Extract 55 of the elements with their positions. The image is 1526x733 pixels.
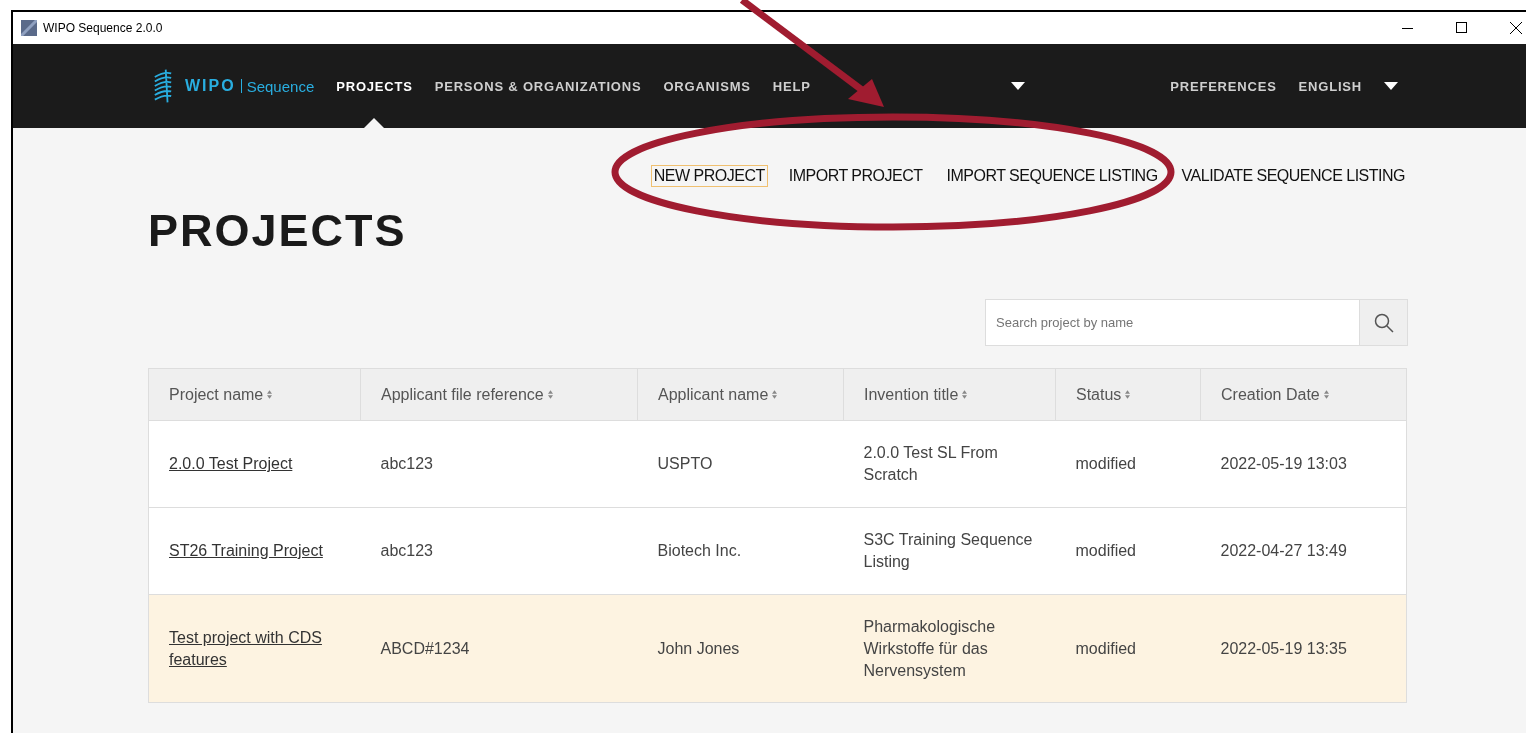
dropdown-caret-icon[interactable] [1384,82,1398,90]
window-title: WIPO Sequence 2.0.0 [43,21,163,35]
column-header[interactable]: Status [1055,368,1201,421]
logo-product[interactable]: Sequence [246,77,315,95]
page-heading: PROJECTS [148,204,408,258]
table-cell: abc123 [380,542,433,559]
table-cell: 2022-05-19 13:03 [1220,455,1347,472]
column-header[interactable]: Invention title [843,368,1056,421]
table-cell: 2.0.0 Test SL From Scratch [863,444,998,483]
table-cell: modified [1075,639,1136,657]
table-row[interactable]: ST26 Training Project abc123 Biotech Inc. S3C Training Sequence Listing modified 2022-04-27 13:49 [148,507,1407,595]
nav-link[interactable]: ENGLISH [1298,44,1362,128]
nav-tab[interactable]: ORGANISMS [663,44,751,128]
table-cell: Pharmakologische Wirkstoffe für das Nervensystem [863,617,996,679]
sort-icon [547,390,553,399]
close-icon[interactable] [1510,22,1522,34]
table-cell: Biotech Inc. [657,542,742,559]
search-button[interactable] [1360,299,1408,346]
column-header[interactable]: Project name [148,368,361,421]
table-cell: USPTO [657,455,713,472]
maximize-icon[interactable] [1456,22,1468,34]
table-cell: modified [1075,455,1136,472]
table-row[interactable]: 2.0.0 Test Project abc123 USPTO 2.0.0 Test SL From Scratch modified 2022-05-19 13:03 [148,420,1407,508]
action-link[interactable]: VALIDATE SEQUENCE LISTING [1178,165,1408,187]
search-field[interactable]: Search project by name [985,299,1360,346]
action-link[interactable]: IMPORT PROJECT [785,165,926,187]
nav-tab[interactable]: PERSONS & ORGANIZATIONS [434,44,642,128]
nav-link[interactable]: PREFERENCES [1170,44,1277,128]
action-link[interactable]: IMPORT SEQUENCE LISTING [943,165,1161,187]
column-header[interactable]: Creation Date [1200,368,1407,421]
search-icon [1373,312,1394,333]
table-cell: ABCD#1234 [380,639,470,657]
action-link[interactable]: NEW PROJECT [650,165,768,187]
column-header[interactable]: Applicant name [637,368,844,421]
logo-brand[interactable]: WIPO [185,77,236,95]
column-header[interactable]: Applicant file reference [360,368,638,421]
helix-icon [153,67,173,105]
sort-icon [1323,390,1329,399]
table-cell: S3C Training Sequence Listing [863,531,1033,570]
project-link[interactable]: 2.0.0 Test Project [169,453,341,475]
table-cell: 2022-04-27 13:49 [1220,542,1347,559]
sort-icon [1125,390,1131,399]
table-cell: modified [1075,542,1136,559]
table-cell: John Jones [657,639,740,657]
table-row[interactable]: Test project with CDS features ABCD#1234 John Jones Pharmakologische Wirkstoffe für das Nervensystem modified 2022-05-19 13:35 [148,594,1407,703]
project-link[interactable]: ST26 Training Project [169,540,341,562]
dropdown-caret-icon[interactable] [1010,82,1025,90]
table-cell: abc123 [380,455,433,472]
nav-tab[interactable]: PROJECTS [336,44,413,128]
table-cell: 2022-05-19 13:35 [1220,639,1347,657]
sort-icon [962,390,968,399]
sort-icon [267,390,273,399]
sort-icon [772,390,778,399]
app-icon [21,20,37,36]
nav-tab[interactable]: HELP [772,44,811,128]
